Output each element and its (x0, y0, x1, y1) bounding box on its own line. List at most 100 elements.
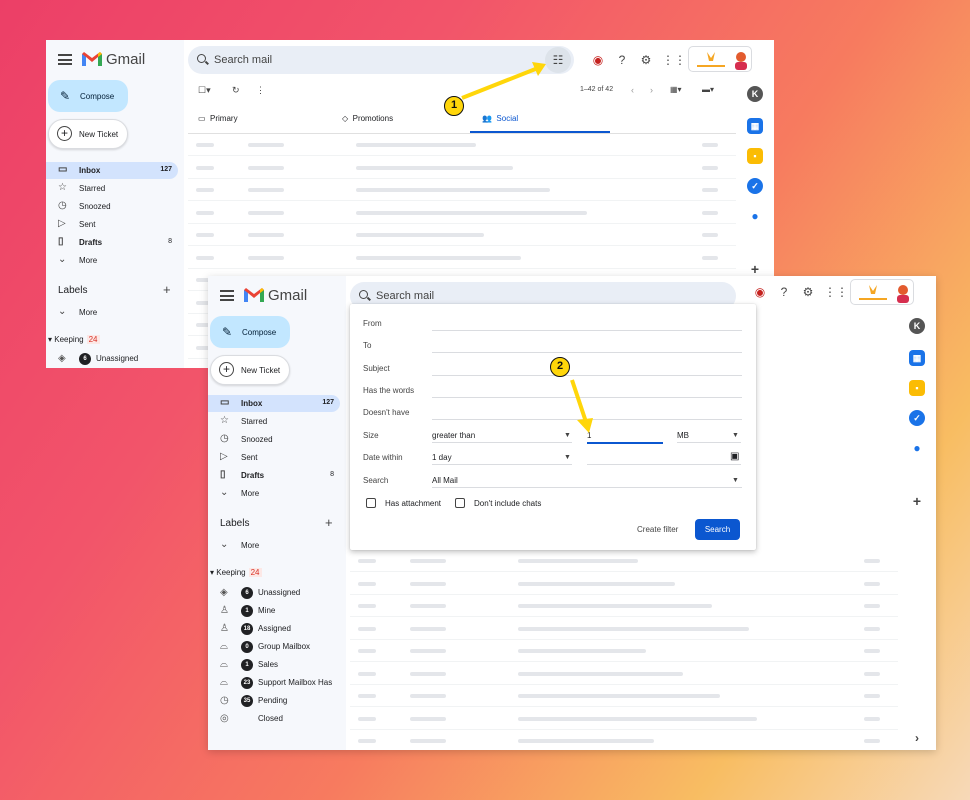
help-icon[interactable]: ? (776, 284, 792, 300)
contacts-icon[interactable]: ● (747, 208, 763, 224)
keep-icon[interactable]: ▪ (909, 380, 925, 396)
has-attachment-checkbox[interactable] (366, 498, 376, 508)
subject-field[interactable] (432, 375, 742, 376)
keeping-item-sales[interactable]: ⌓ 1 Sales (220, 658, 278, 674)
message-row[interactable] (188, 202, 736, 224)
more-options-icon[interactable]: ⋮ (256, 85, 265, 96)
keeping-item-unassigned[interactable]: ◈ 6 Unassigned (58, 352, 138, 368)
tasks-icon[interactable]: ✓ (909, 410, 925, 426)
density-icon[interactable]: ▦▾ (670, 85, 682, 94)
blurred-text (358, 671, 376, 676)
apps-grid-icon[interactable]: ⋮⋮ (662, 52, 686, 68)
create-filter-button[interactable]: Create filter (637, 525, 678, 534)
keeping-item-pending[interactable]: ◷ 35 Pending (220, 694, 287, 710)
extension-icon[interactable]: ◉ (590, 52, 606, 68)
refresh-icon[interactable]: ↻ (232, 85, 240, 96)
nav-label: Starred (241, 417, 268, 426)
new-ticket-button[interactable]: + New Ticket (210, 355, 290, 385)
sidebar-item-sent[interactable]: ▷ Sent (46, 216, 178, 233)
labels-more[interactable]: ⌄ More (46, 304, 178, 321)
chevron-down-icon: ⌄ (58, 306, 67, 317)
next-page-icon[interactable]: › (650, 85, 653, 95)
message-row[interactable] (350, 573, 898, 595)
keeping-section[interactable]: ▾ Keeping 24 (210, 568, 262, 577)
message-row[interactable] (350, 618, 898, 640)
keeping-item-group-mailbox[interactable]: ⌓ 0 Group Mailbox (220, 640, 310, 656)
contacts-icon[interactable]: ● (909, 440, 925, 456)
message-row[interactable] (188, 157, 736, 179)
sidebar-item-starred[interactable]: ☆ Starred (46, 180, 178, 197)
sidebar-item-more[interactable]: ⌄ More (208, 485, 340, 502)
from-field[interactable] (432, 330, 742, 331)
keeping-section[interactable]: ▾ Keeping 24 (48, 335, 100, 344)
message-row[interactable] (350, 663, 898, 685)
sidebar-item-snoozed[interactable]: ◷ Snoozed (46, 198, 178, 215)
sidebar-item-sent[interactable]: ▷ Sent (208, 449, 340, 466)
compose-button[interactable]: ✎ Compose (48, 80, 128, 112)
new-ticket-button[interactable]: + New Ticket (48, 119, 128, 149)
nav-label: More (241, 489, 260, 498)
tab-social[interactable]: 👥 Social (482, 114, 518, 123)
add-label-icon[interactable]: + (325, 515, 333, 530)
message-row[interactable] (188, 134, 736, 156)
size-operator-select[interactable]: greater than (432, 431, 475, 440)
settings-icon[interactable]: ⚙ (638, 52, 654, 68)
search-in-select[interactable]: All Mail (432, 476, 458, 485)
date-field[interactable] (587, 464, 741, 465)
message-row[interactable] (350, 640, 898, 662)
sidebar-item-drafts[interactable]: ▯ Drafts 8 (208, 467, 340, 484)
keeping-item-support-mailbox[interactable]: ⌓ 23 Support Mailbox Has (220, 676, 332, 692)
account-avatar[interactable] (688, 46, 752, 72)
add-label-icon[interactable]: + (163, 282, 171, 297)
size-unit-select[interactable]: MB (677, 431, 689, 440)
prev-page-icon[interactable]: ‹ (631, 85, 634, 95)
keeping-item-unassigned[interactable]: ◈ 6 Unassigned (220, 586, 300, 602)
message-row[interactable] (350, 550, 898, 572)
settings-icon[interactable]: ⚙ (800, 284, 816, 300)
chevron-right-icon[interactable]: › (909, 730, 925, 746)
search-button[interactable]: Search (695, 519, 740, 540)
menu-icon[interactable] (58, 54, 72, 65)
dont-include-chats-checkbox[interactable] (455, 498, 465, 508)
help-icon[interactable]: ? (614, 52, 630, 68)
sidebar-item-inbox[interactable]: ▭ Inbox 127 (208, 395, 340, 412)
keeping-app-icon[interactable]: K (909, 318, 925, 334)
tab-primary[interactable]: ▭ Primary (198, 114, 238, 123)
message-row[interactable] (350, 730, 898, 750)
tab-promotions[interactable]: ◇ Promotions (342, 114, 393, 123)
menu-icon[interactable] (220, 290, 234, 301)
sidebar-item-starred[interactable]: ☆ Starred (208, 413, 340, 430)
keeping-item-mine[interactable]: ♙ 1 Mine (220, 604, 275, 620)
keeping-item-assigned[interactable]: ♙ 18 Assigned (220, 622, 291, 638)
apps-grid-icon[interactable]: ⋮⋮ (824, 284, 848, 300)
account-avatar[interactable] (850, 279, 914, 305)
message-row[interactable] (188, 247, 736, 269)
message-row[interactable] (350, 685, 898, 707)
to-field[interactable] (432, 352, 742, 353)
message-row[interactable] (350, 708, 898, 730)
keeping-app-icon[interactable]: K (747, 86, 763, 102)
keep-icon[interactable]: ▪ (747, 148, 763, 164)
sidebar-item-snoozed[interactable]: ◷ Snoozed (208, 431, 340, 448)
item-label: Support Mailbox Has (258, 678, 333, 687)
add-addon-icon[interactable]: + (747, 261, 763, 277)
message-row[interactable] (188, 224, 736, 246)
sidebar-item-more[interactable]: ⌄ More (46, 252, 178, 269)
calendar-icon[interactable]: ▣ (730, 451, 739, 462)
add-addon-icon[interactable]: + (909, 493, 925, 509)
message-row[interactable] (350, 595, 898, 617)
sidebar-item-inbox[interactable]: ▭ Inbox 127 (46, 162, 178, 179)
select-checkbox[interactable]: ☐▾ (198, 85, 211, 96)
extension-icon[interactable]: ◉ (752, 284, 768, 300)
sidebar-item-drafts[interactable]: ▯ Drafts 8 (46, 234, 178, 251)
labels-more[interactable]: ⌄ More (208, 537, 340, 554)
compose-button[interactable]: ✎ Compose (210, 316, 290, 348)
calendar-icon[interactable]: ▦ (747, 118, 763, 134)
keeping-item-closed[interactable]: ◎ Closed (220, 712, 283, 728)
input-tools-icon[interactable]: ▬▾ (702, 85, 714, 94)
date-within-select[interactable]: 1 day (432, 453, 452, 462)
tasks-icon[interactable]: ✓ (747, 178, 763, 194)
blurred-text (864, 694, 880, 698)
message-row[interactable] (188, 179, 736, 201)
calendar-icon[interactable]: ▦ (909, 350, 925, 366)
